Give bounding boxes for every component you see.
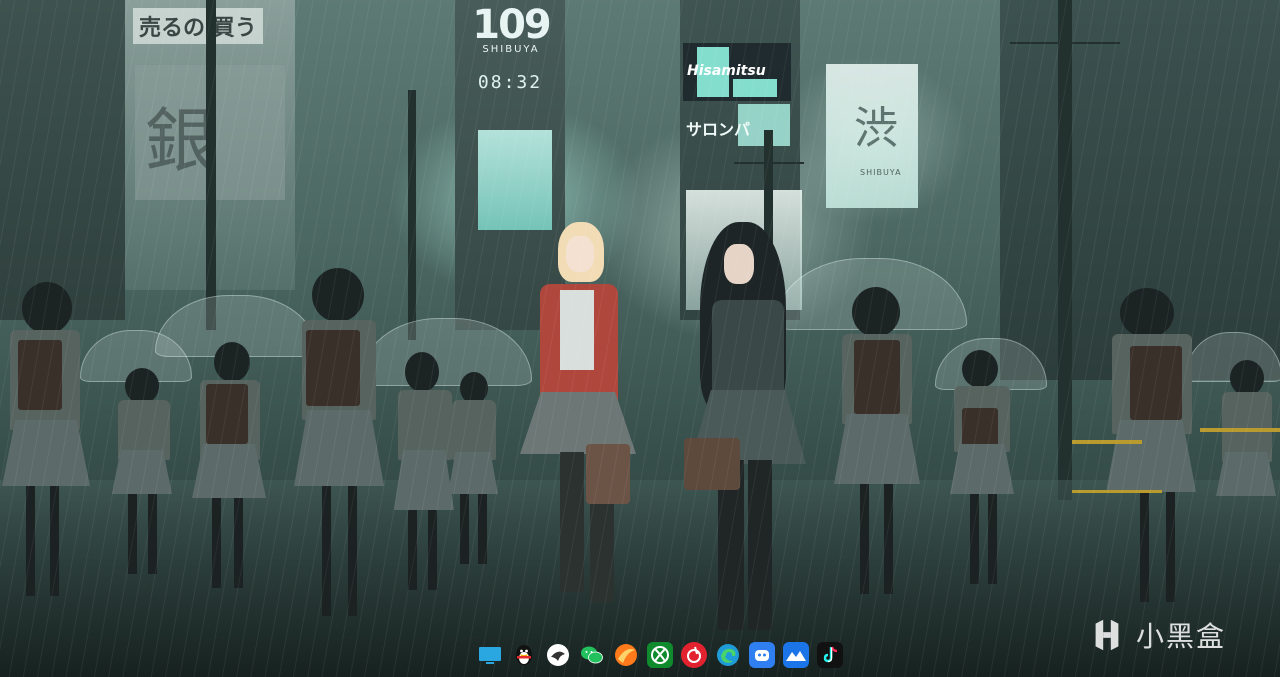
sign-hisamitsu-text: Hisamitsu: [687, 63, 766, 79]
wechat-icon[interactable]: [579, 642, 605, 668]
street-railing: [1072, 440, 1142, 444]
sign-hisamitsu-block-2: [733, 79, 777, 97]
sign-shibuya-kanji: 渋: [854, 103, 898, 154]
street-railing: [1200, 428, 1280, 432]
xiaoheihe-watermark: 小黑盒: [1088, 613, 1226, 657]
building-clock: 08:32: [477, 72, 543, 93]
sign-japanese-top: 売るの 買う: [133, 8, 263, 44]
cyan-screen: [478, 130, 552, 230]
sign-salonpas: サロンパ: [686, 120, 751, 139]
xbox-icon[interactable]: [647, 642, 673, 668]
pole-crossarm-2: [734, 162, 804, 164]
building-left: [0, 0, 125, 320]
street-railing: [1072, 490, 1162, 493]
utility-pole-center: [408, 90, 416, 340]
sign-shibuya-screen: 渋 SHIBUYA: [826, 64, 918, 208]
netease-music-icon[interactable]: [681, 642, 707, 668]
edge-icon[interactable]: [715, 642, 741, 668]
watermark-text: 小黑盒: [1136, 620, 1227, 653]
robot-icon[interactable]: [749, 642, 775, 668]
tiktok-icon[interactable]: [817, 642, 843, 668]
utility-pole-left: [206, 0, 216, 330]
sign-hisamitsu: Hisamitsu: [683, 43, 791, 101]
sign-japanese-big-text: 銀: [145, 100, 215, 182]
qq-penguin-icon[interactable]: [511, 642, 537, 668]
desktop-wallpaper: 売るの 買う 銀 109 SHIBUYA 08:32 Hisamitsu サロン…: [0, 0, 1280, 677]
utility-pole-right: [1058, 0, 1072, 500]
pole-crossarm: [1010, 42, 1120, 44]
sign-shibuya-sub: SHIBUYA: [860, 168, 902, 177]
taskbar-dock: [477, 638, 887, 672]
sign-109-number: 109: [472, 2, 552, 48]
mountain-icon[interactable]: [783, 642, 809, 668]
xiaoheihe-logo-icon: [1095, 619, 1119, 651]
orange-swirl-icon[interactable]: [613, 642, 639, 668]
desktop-icon[interactable]: [477, 642, 503, 668]
bird-icon[interactable]: [545, 642, 571, 668]
